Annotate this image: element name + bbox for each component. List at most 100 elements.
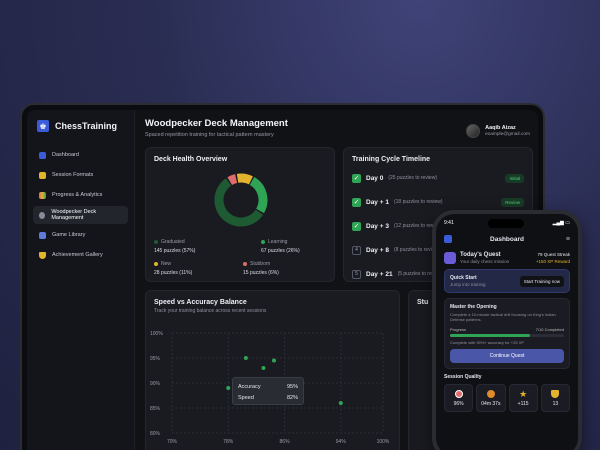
- tooltip-speed-value: 82%: [286, 394, 298, 401]
- trophy-icon: [39, 251, 46, 259]
- chess-king-icon: ♚: [37, 120, 49, 132]
- scatter-point[interactable]: [243, 356, 248, 360]
- tooltip-accuracy-value: 95%: [286, 383, 298, 390]
- legend-new: New 28 puzzles (11%): [154, 261, 192, 276]
- user-name: Aaqib Aizaz: [485, 125, 516, 131]
- x-tick-label: 78%: [223, 439, 234, 445]
- legend-dot: [243, 262, 247, 266]
- progress-label: Progress: [450, 327, 467, 333]
- timer-icon: [486, 389, 495, 398]
- phone-time: 9:41: [444, 220, 454, 226]
- legend-dot: [154, 262, 158, 266]
- brand: ♚ ChessTraining: [33, 120, 128, 146]
- progress-track: [450, 334, 564, 338]
- deck-health-title: Deck Health Overview: [154, 156, 228, 163]
- phone-header: Dashboard ≡: [444, 230, 570, 248]
- sidebar-item-game-library[interactable]: Game Library: [33, 226, 128, 244]
- session-quality-title: Session Quality: [444, 374, 482, 381]
- scatter-point[interactable]: [261, 366, 266, 370]
- sidebar-item-woodpecker[interactable]: Woodpecker Deck Management: [33, 206, 128, 224]
- woodpecker-icon: [39, 211, 46, 219]
- timeline-tag: Review: [501, 197, 524, 207]
- timeline-day: Day + 3: [366, 222, 389, 230]
- y-tick-label: 90%: [150, 381, 161, 387]
- y-tick-label: 85%: [150, 406, 161, 412]
- phone-frame: 9:41 ▂▄▆ ▭ Dashboard ≡ Today's Quest You…: [432, 210, 582, 450]
- quick-start-card: Quick Start Jump into training Start Tra…: [444, 269, 570, 293]
- speed-accuracy-subtitle: Track your training balance across recen…: [154, 308, 267, 314]
- legend-label: Graduated: [161, 239, 185, 245]
- user-email: example@gmail.com: [485, 132, 530, 137]
- quality-item: ★ +115: [508, 384, 538, 413]
- bar-chart-icon: [39, 191, 46, 199]
- speed-accuracy-title: Speed vs Accuracy Balance: [154, 299, 247, 306]
- quest-icon: [444, 252, 456, 264]
- x-tick-label: 70%: [167, 439, 178, 445]
- scatter-point[interactable]: [226, 386, 231, 390]
- user-profile[interactable]: Aaqib Aizaz example@gmail.com: [466, 124, 530, 138]
- scatter-point[interactable]: [271, 358, 276, 363]
- legend-value: 67 puzzles (26%): [261, 248, 300, 254]
- quality-value: 96%: [453, 400, 464, 407]
- timeline-row[interactable]: ✓ Day 0 (25 puzzles to review) Initial: [352, 166, 524, 190]
- legend-dot: [261, 240, 265, 244]
- phone-notch: [488, 219, 524, 228]
- check-icon: ✓: [352, 173, 361, 183]
- y-tick-label: 95%: [150, 356, 161, 362]
- sidebar: ♚ ChessTraining Dashboard Session Format…: [27, 110, 135, 450]
- chess-king-icon: [444, 235, 452, 243]
- deck-health-card: Deck Health Overview Graduated 145 puzzl…: [145, 147, 335, 282]
- legend-value: 28 puzzles (11%): [154, 270, 193, 276]
- timeline-tag: Initial: [505, 173, 524, 183]
- tooltip-accuracy-label: Accuracy: [238, 383, 261, 390]
- sidebar-item-label: Woodpecker Deck Management: [51, 209, 97, 221]
- target-icon: [454, 389, 463, 398]
- speed-accuracy-card: Speed vs Accuracy Balance Track your tra…: [145, 290, 400, 450]
- sidebar-item-label: Achievement Gallery: [52, 252, 103, 258]
- menu-icon[interactable]: ≡: [566, 236, 570, 243]
- timeline-day: Day + 1: [366, 198, 389, 206]
- signal-battery-icon: ▂▄▆ ▭: [552, 220, 570, 226]
- quest-title: Today's Quest: [460, 252, 501, 258]
- timeline-day: Day + 8: [366, 246, 389, 254]
- master-opening-card: Master the Opening Complete a 10-minute …: [444, 298, 570, 370]
- start-training-button[interactable]: Start Training now: [519, 275, 564, 287]
- quest-header: Today's Quest Your daily chess mission 7…: [444, 252, 570, 264]
- master-desc: Complete a 10-minute tactical drill focu…: [450, 312, 556, 323]
- continue-quest-button[interactable]: Continue Quest: [450, 349, 564, 364]
- x-tick-label: 86%: [280, 439, 291, 445]
- legend-learning: Learning 67 puzzles (26%): [261, 239, 300, 254]
- x-tick-label: 94%: [336, 439, 347, 445]
- legend-label: Learning: [268, 239, 288, 245]
- quick-start-subtitle: Jump into training: [450, 282, 486, 287]
- scatter-point[interactable]: [338, 401, 343, 405]
- legend-dot: [154, 240, 158, 244]
- chart-tooltip: Accuracy 95% Speed 82%: [232, 377, 304, 405]
- phone-title: Dashboard: [490, 235, 524, 243]
- brand-name: ChessTraining: [55, 121, 118, 131]
- quality-item: 13: [540, 384, 570, 413]
- legend-stubborn: Stubborn 15 puzzles (6%): [243, 261, 279, 276]
- sidebar-item-dashboard[interactable]: Dashboard: [33, 146, 128, 164]
- timeline-desc: (25 puzzles to review): [388, 175, 437, 181]
- deck-health-donut: [214, 173, 268, 227]
- sidebar-item-label: Session Formats: [52, 172, 94, 178]
- quest-streak: 79 Quest Streak: [537, 252, 570, 257]
- sidebar-item-label: Dashboard: [52, 152, 79, 158]
- chess-piece-icon: [39, 151, 46, 159]
- sidebar-item-session-formats[interactable]: Session Formats: [33, 166, 128, 184]
- y-tick-label: 80%: [150, 431, 161, 437]
- progress-fill: [450, 334, 530, 338]
- sidebar-item-progress[interactable]: Progress & Analytics: [33, 186, 128, 204]
- star-icon: ★: [519, 388, 528, 399]
- puzzle-icon: [39, 171, 46, 179]
- sidebar-item-label: Game Library: [52, 232, 86, 238]
- legend-label: Stubborn: [250, 261, 271, 267]
- sidebar-item-achievements[interactable]: Achievement Gallery: [33, 246, 128, 264]
- quest-subtitle: Your daily chess mission: [460, 259, 510, 264]
- timeline-day: Day 0: [366, 174, 384, 182]
- check-icon: ✓: [352, 221, 361, 231]
- avatar[interactable]: [466, 124, 481, 138]
- master-title: Master the Opening: [450, 304, 497, 310]
- progress-note: Complete with 90%+ accuracy for +25 XP: [450, 340, 525, 346]
